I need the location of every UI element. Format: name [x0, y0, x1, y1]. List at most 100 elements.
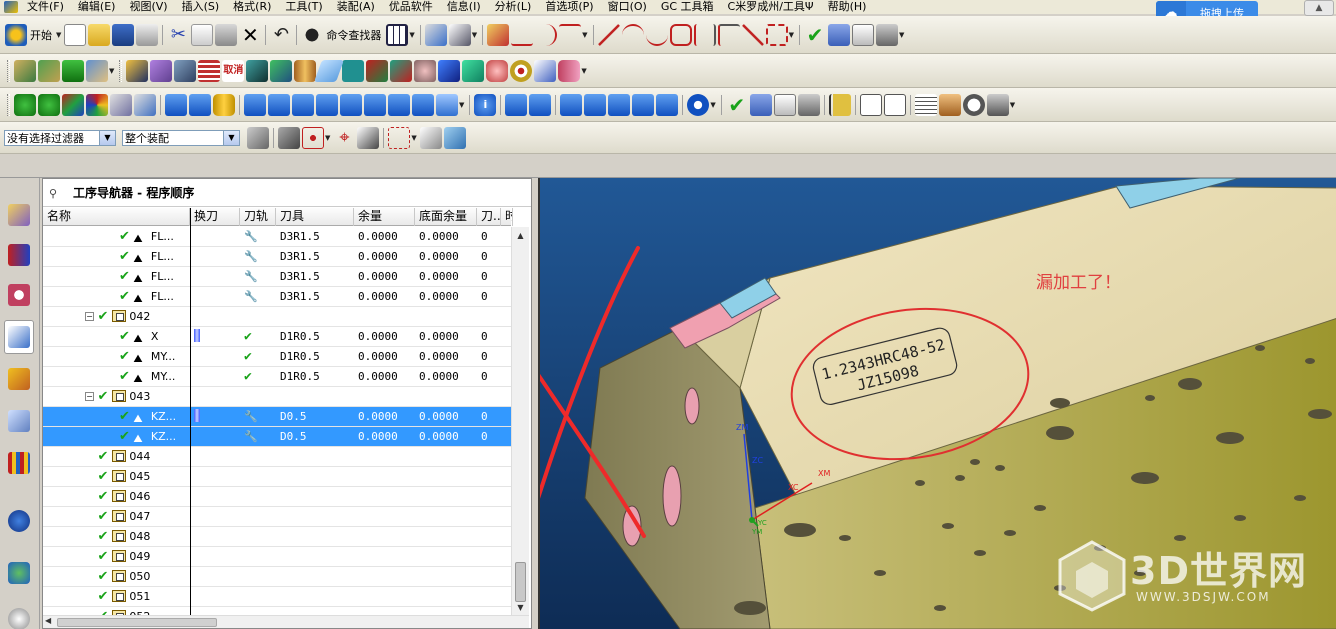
target-icon[interactable]	[510, 59, 533, 82]
machine-icon[interactable]	[875, 23, 898, 46]
column-header-1[interactable]: 换刀	[190, 208, 240, 226]
face-icon[interactable]	[414, 59, 437, 82]
column-header-2[interactable]: 刀轨	[240, 208, 276, 226]
menu-item-1[interactable]: 编辑(E)	[71, 0, 123, 14]
table-icon[interactable]	[608, 93, 631, 116]
program-group-row[interactable]: ✔ 052	[43, 607, 511, 615]
select-pointer-icon[interactable]	[448, 23, 471, 46]
wrench-blue-icon[interactable]	[656, 93, 679, 116]
program-group-row[interactable]: ✔ 049	[43, 547, 511, 567]
constraint-navigator-tab[interactable]	[4, 238, 34, 272]
document-icon[interactable]	[883, 93, 906, 116]
extract-curve-icon[interactable]	[765, 23, 788, 46]
trim-curve-icon[interactable]	[511, 24, 534, 46]
selection-filter-dropdown[interactable]: 没有选择过滤器 ▼	[4, 129, 116, 146]
settings-gear-icon[interactable]	[687, 93, 710, 116]
menu-item-5[interactable]: 工具(T)	[278, 0, 329, 14]
menu-item-2[interactable]: 视图(V)	[122, 0, 174, 14]
extrude-icon[interactable]	[126, 59, 149, 82]
calc-icon[interactable]	[584, 93, 607, 116]
undo-icon[interactable]: ↶	[270, 24, 292, 46]
create-geometry-icon[interactable]	[292, 93, 314, 116]
operation-navigator-tab[interactable]	[4, 320, 34, 354]
column-header-5[interactable]: 底面余量	[415, 208, 477, 226]
program-group-row[interactable]: ✔ 050	[43, 567, 511, 587]
rectangle-select-icon[interactable]	[388, 126, 411, 149]
create-program-icon[interactable]	[244, 93, 266, 116]
operation-row[interactable]: ✔ ⛰ FL... 🔧 D3R1.5 0.0000 0.0000 0	[43, 247, 511, 267]
scroll-left-icon[interactable]: ◀	[45, 616, 51, 625]
polygon-icon[interactable]	[669, 23, 692, 46]
cylinder-icon[interactable]	[294, 59, 317, 82]
snap-point-icon[interactable]	[302, 126, 324, 149]
list-icon[interactable]	[914, 93, 937, 116]
map-icon-1[interactable]	[14, 59, 36, 82]
menu-item-14[interactable]: 帮助(H)	[821, 0, 874, 14]
map-icon-2[interactable]	[38, 59, 60, 82]
column-header-4[interactable]: 余量	[354, 208, 415, 226]
menu-item-4[interactable]: 格式(R)	[226, 0, 278, 14]
assembly-navigator-tab[interactable]	[4, 198, 34, 232]
cut-icon[interactable]: ✂	[167, 24, 189, 46]
operation-row[interactable]: ✔ ⛰ KZ... 🔧 D0.5 0.0000 0.0000 0	[43, 427, 511, 447]
operation-row[interactable]: ✔ ⛰ KZ... 🔧 D0.5 0.0000 0.0000 0	[43, 407, 511, 427]
operation-row[interactable]: ✔ ⛰ X ✔ D1R0.5 0.0000 0.0000 0	[43, 327, 511, 347]
surface-icon[interactable]	[86, 59, 108, 82]
navigator-horizontal-scrollbar[interactable]: ◀	[43, 615, 529, 628]
pig-icon[interactable]	[486, 59, 509, 82]
program-group-row[interactable]: − ✔ 042	[43, 307, 511, 327]
list-toolpath-icon[interactable]	[560, 93, 583, 116]
shaded-box-icon[interactable]	[110, 93, 132, 116]
column-header-0[interactable]: 名称	[43, 208, 190, 226]
cancel-red-icon[interactable]: 取消	[222, 59, 245, 82]
binoculars-icon[interactable]	[301, 23, 324, 46]
box-blue-icon[interactable]	[438, 59, 461, 82]
flag-icon[interactable]	[828, 93, 851, 116]
operation-row[interactable]: ✔ ⛰ FL... 🔧 D3R1.5 0.0000 0.0000 0	[43, 287, 511, 307]
program-group-row[interactable]: ✔ 048	[43, 527, 511, 547]
offset-curve-icon[interactable]	[693, 23, 716, 46]
blue-tool-2[interactable]	[189, 93, 211, 116]
operation-row[interactable]: ✔ ⛰ FL... 🔧 D3R1.5 0.0000 0.0000 0	[43, 227, 511, 247]
program-group-row[interactable]: ✔ 051	[43, 587, 511, 607]
scroll-up-icon[interactable]: ▲	[512, 227, 529, 243]
column-header-3[interactable]: 刀具	[276, 208, 354, 226]
scroll-thumb[interactable]	[515, 562, 526, 602]
assembly-filter-icon[interactable]	[247, 126, 269, 149]
revolve-icon[interactable]	[150, 59, 173, 82]
plane-icon[interactable]	[314, 59, 345, 82]
program-group-row[interactable]: − ✔ 043	[43, 387, 511, 407]
program-group-row[interactable]: ✔ 044	[43, 447, 511, 467]
block-icon[interactable]	[246, 59, 269, 82]
shop-doc-icon[interactable]	[851, 23, 874, 46]
edit-box-icon[interactable]	[134, 93, 156, 116]
start-icon[interactable]	[5, 23, 27, 46]
color-swatch-icon[interactable]	[62, 93, 84, 116]
roles-tab[interactable]	[4, 602, 34, 629]
new-file-icon[interactable]	[64, 23, 87, 46]
chamfer-icon[interactable]	[390, 59, 413, 82]
toolpath-edit-icon[interactable]	[364, 93, 386, 116]
menu-item-12[interactable]: GC 工具箱	[654, 0, 721, 14]
curve-icon[interactable]	[535, 23, 558, 46]
system-scenes-tab[interactable]	[4, 556, 34, 590]
output-cls-icon[interactable]	[797, 93, 820, 116]
pin-icon[interactable]: ⚲	[49, 187, 61, 200]
measure-icon[interactable]	[487, 23, 510, 46]
menu-item-7[interactable]: 优品软件	[382, 0, 440, 14]
download-arrow-icon[interactable]	[62, 59, 84, 82]
info-icon[interactable]: i	[474, 93, 497, 116]
hscroll-thumb[interactable]	[57, 618, 217, 627]
start-menu-button[interactable]: 开始	[30, 27, 52, 43]
menu-item-10[interactable]: 首选项(P)	[538, 0, 600, 14]
delete-icon[interactable]: ✕	[239, 24, 261, 46]
shopdoc-2-icon[interactable]	[773, 93, 796, 116]
replay-toolpath-icon[interactable]	[529, 93, 552, 116]
program-group-row[interactable]: ✔ 047	[43, 507, 511, 527]
print-icon[interactable]	[136, 23, 159, 46]
operation-row[interactable]: ✔ ⛰ FL... 🔧 D3R1.5 0.0000 0.0000 0	[43, 267, 511, 287]
menu-item-8[interactable]: 信息(I)	[440, 0, 488, 14]
operation-row[interactable]: ✔ ⛰ MY... ✔ D1R0.5 0.0000 0.0000 0	[43, 347, 511, 367]
up-arrow-icon[interactable]	[14, 93, 36, 116]
open-folder-icon[interactable]	[88, 23, 111, 46]
